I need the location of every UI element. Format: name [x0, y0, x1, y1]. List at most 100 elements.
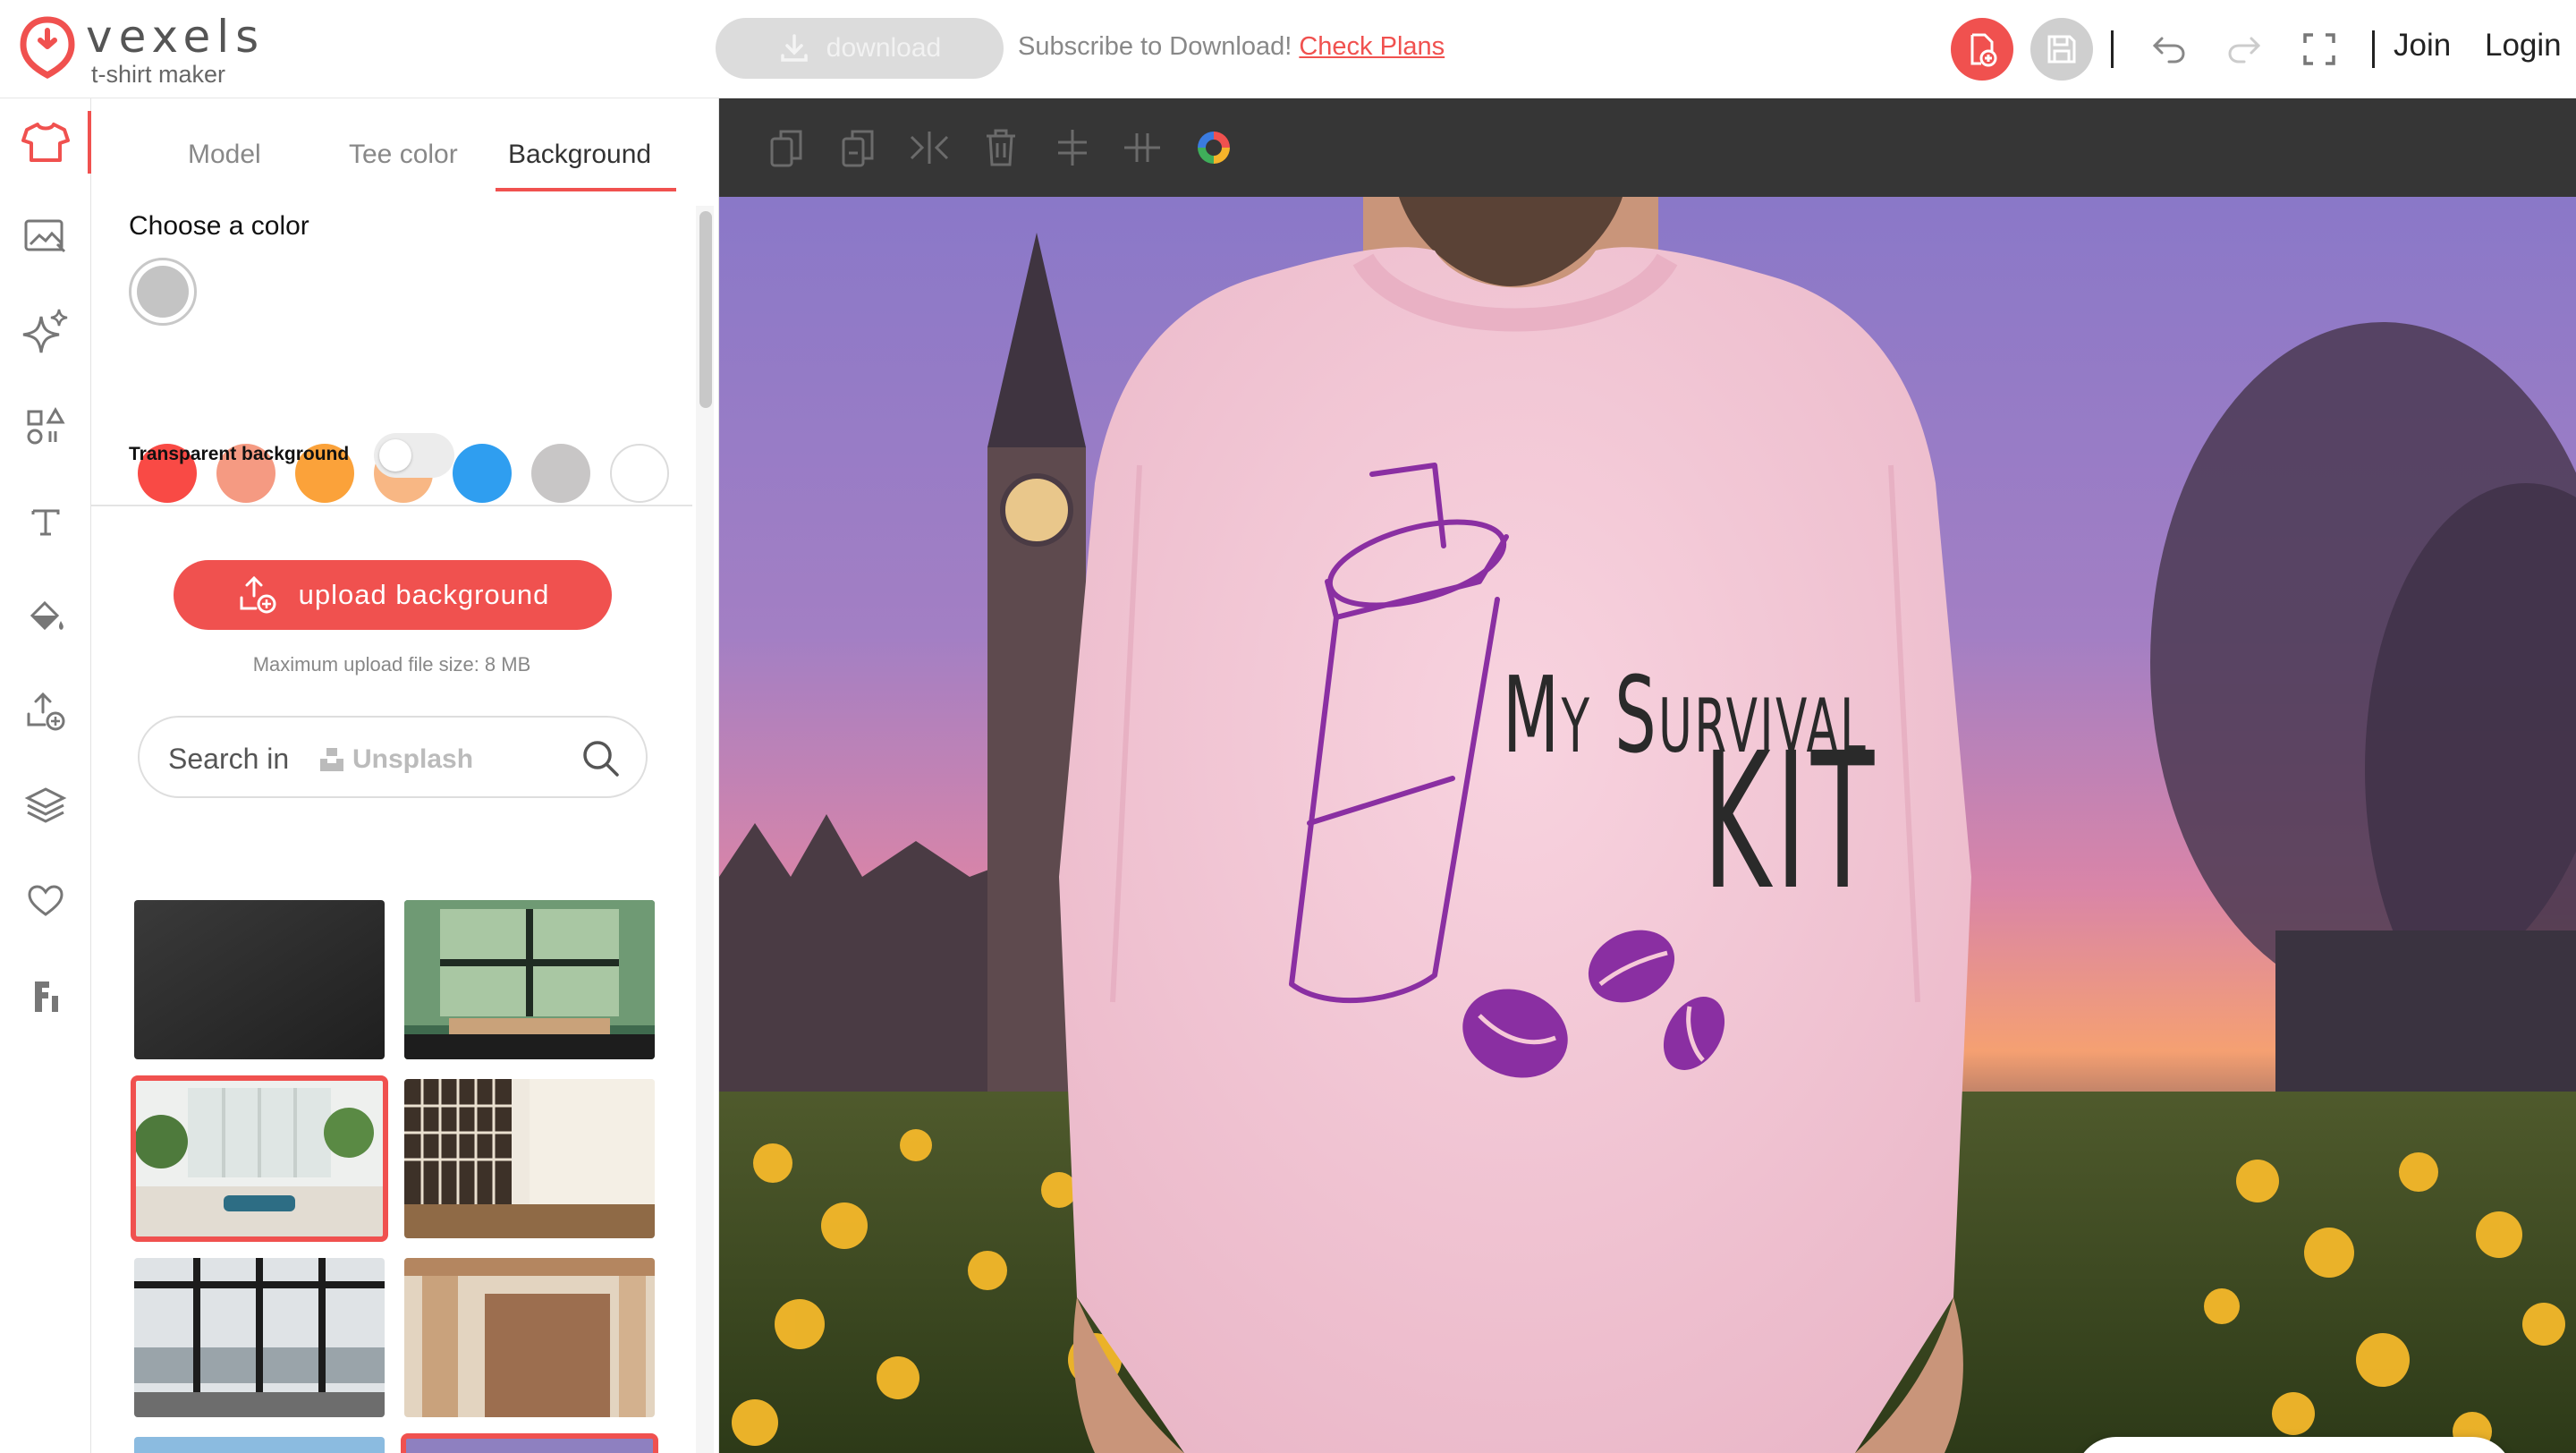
upload-icon	[27, 692, 65, 731]
color-picker-button[interactable]	[1190, 123, 1238, 172]
rail-image-button[interactable]	[20, 211, 72, 263]
background-thumb-city-window[interactable]	[134, 1258, 385, 1417]
tool-rail	[0, 98, 91, 1453]
login-link[interactable]: Login	[2485, 28, 2562, 64]
rail-text-button[interactable]	[20, 496, 72, 548]
separator	[2372, 30, 2375, 68]
color-wheel-icon	[1198, 132, 1230, 164]
redo-button[interactable]	[2222, 27, 2267, 72]
rail-upload-button[interactable]	[20, 685, 72, 737]
flip-button[interactable]	[905, 123, 953, 172]
image-icon	[24, 219, 66, 253]
check-plans-link[interactable]: Check Plans	[1299, 32, 1445, 61]
subscribe-text: Subscribe to Download!	[1018, 32, 1292, 61]
tab-tee-color[interactable]: Tee color	[349, 140, 458, 170]
settings-panel: Model Tee color Background Choose a colo…	[91, 98, 719, 1453]
download-icon	[781, 34, 808, 62]
panel-tabs: Model Tee color Background	[91, 98, 699, 191]
mockup-scene	[719, 197, 2576, 1453]
download-button[interactable]: download	[716, 18, 1004, 79]
center-horizontal-button[interactable]	[1118, 123, 1166, 172]
shirt-icon	[21, 123, 70, 162]
rail-fill-button[interactable]	[20, 591, 72, 642]
swatch-blue[interactable]	[453, 444, 512, 503]
undo-button[interactable]	[2147, 27, 2191, 72]
send-backward-button[interactable]	[834, 123, 882, 172]
background-thumb-sky[interactable]	[134, 1437, 385, 1453]
subscribe-message: Subscribe to Download! Check Plans	[1018, 32, 1445, 62]
background-thumb-dark[interactable]	[134, 900, 385, 1059]
sparkle-icon	[22, 309, 68, 353]
background-thumb-london[interactable]	[401, 1433, 658, 1453]
new-design-button[interactable]	[1951, 18, 2013, 81]
selected-color-fill	[137, 266, 189, 318]
join-link[interactable]: Join	[2394, 28, 2451, 64]
layers-icon	[24, 787, 67, 823]
logo-mark-icon	[20, 16, 75, 79]
active-tab-indicator	[496, 188, 676, 191]
unsplash-provider: Unsplash	[318, 744, 473, 775]
unsplash-logo-icon	[320, 748, 343, 771]
design-text-line2[interactable]: Kit	[1703, 712, 1879, 931]
top-bar: vexels t-shirt maker download Subscribe …	[0, 0, 2576, 98]
search-icon[interactable]	[580, 737, 621, 778]
rail-favorites-button[interactable]	[20, 875, 72, 927]
selected-color-swatch[interactable]	[129, 258, 197, 326]
choose-color-heading: Choose a color	[129, 211, 309, 241]
upload-size-note: Maximum upload file size: 8 MB	[252, 653, 531, 676]
upload-background-button[interactable]: upload background	[174, 560, 612, 630]
design-canvas: My Survival Kit 0%	[719, 98, 2576, 1453]
separator	[2111, 30, 2114, 68]
background-thumb-japanese-room[interactable]	[404, 1079, 655, 1238]
background-thumb-ruins[interactable]	[404, 1258, 655, 1417]
download-label: download	[826, 33, 942, 63]
fullscreen-button[interactable]	[2297, 27, 2342, 72]
fullscreen-icon	[2303, 33, 2335, 65]
unsplash-label: Unsplash	[352, 744, 474, 774]
transparent-background-toggle[interactable]	[374, 433, 454, 478]
font-icon	[35, 981, 58, 1012]
product-name: t-shirt maker	[91, 61, 226, 88]
bring-forward-button[interactable]	[762, 123, 810, 172]
swatch-white[interactable]	[610, 444, 669, 503]
trash-icon	[987, 129, 1015, 166]
rail-fonts-button[interactable]	[20, 970, 72, 1022]
rail-layers-button[interactable]	[20, 780, 72, 832]
align-center-vertical-icon	[1058, 130, 1087, 166]
paint-bucket-icon	[30, 600, 64, 631]
background-thumb-living-room[interactable]	[131, 1075, 388, 1242]
brand-name: vexels	[86, 11, 266, 63]
flip-icon	[910, 132, 949, 164]
tab-model[interactable]: Model	[188, 140, 261, 170]
object-toolbar	[719, 98, 2576, 197]
zoom-control: 0%	[2075, 1437, 2513, 1453]
tab-background[interactable]: Background	[508, 140, 651, 170]
vexels-logo[interactable]: vexels t-shirt maker	[20, 11, 288, 88]
shapes-icon	[27, 406, 65, 445]
transparent-background-label: Transparent background	[129, 444, 350, 464]
undo-icon	[2152, 37, 2185, 64]
search-label: Search in	[168, 743, 290, 775]
rail-shapes-button[interactable]	[20, 401, 72, 453]
file-plus-icon	[1970, 33, 1997, 67]
mockup-preview[interactable]: My Survival Kit 0%	[719, 197, 2576, 1453]
delete-button[interactable]	[977, 123, 1025, 172]
save-icon	[2047, 35, 2076, 64]
unsplash-search-input[interactable]: Search in Unsplash	[138, 716, 648, 798]
align-center-horizontal-icon	[1124, 133, 1160, 162]
text-icon	[31, 509, 60, 536]
upload-image-icon	[240, 575, 276, 614]
panel-scrollbar[interactable]	[699, 211, 712, 408]
swatch-grey[interactable]	[531, 444, 590, 503]
background-thumbnails	[131, 900, 676, 1453]
redo-icon	[2228, 37, 2261, 64]
upload-background-label: upload background	[298, 579, 550, 610]
panel-divider	[91, 505, 692, 506]
background-thumb-window-plants[interactable]	[404, 900, 655, 1059]
heart-icon	[28, 885, 64, 916]
send-backward-icon	[842, 130, 874, 167]
save-button[interactable]	[2030, 18, 2093, 81]
center-vertical-button[interactable]	[1048, 123, 1097, 172]
rail-ai-button[interactable]	[20, 306, 72, 358]
rail-shirt-button[interactable]	[20, 116, 72, 168]
